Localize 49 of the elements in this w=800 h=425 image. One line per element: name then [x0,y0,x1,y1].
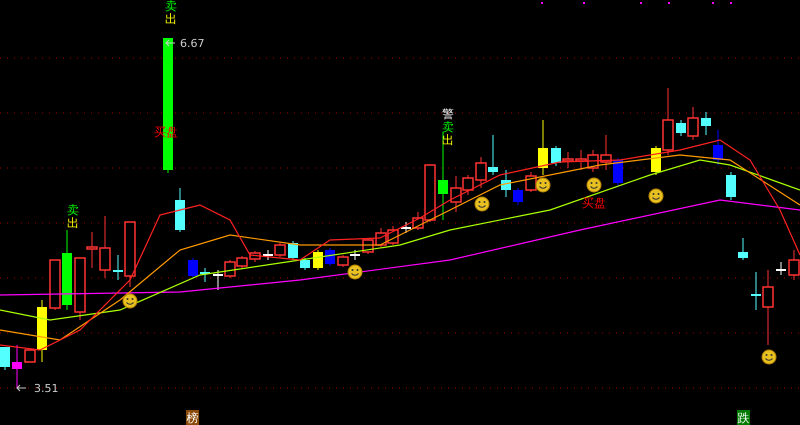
smiley-icon [474,196,490,212]
signal-label: 卖 [165,0,177,13]
candlestick [288,240,298,260]
smiley-icon [648,188,664,204]
candlestick [551,146,561,166]
signal-label: 出 [67,216,79,230]
candlestick [313,250,323,270]
price-label: 3.51 [34,382,58,395]
price-label: 6.67 [180,37,204,50]
arrow-icon [16,384,26,392]
candlestick [325,248,335,266]
candlestick [12,344,22,388]
candlestick [213,270,223,290]
candlestick [776,262,786,276]
smiley-icon [762,350,776,364]
signal-label: 出 [165,12,177,26]
candlestick [562,152,574,168]
candlestick [488,134,498,176]
candlestick [175,188,185,232]
arrow-icon [165,40,176,46]
candlestick [375,228,387,248]
candlestick [613,158,623,186]
candlestick [575,150,587,170]
signal-label: 买盘 [582,196,606,210]
candlestick [188,258,198,278]
candlestick [713,130,723,166]
candlestick [738,238,748,260]
signal-label: 卖 [67,203,79,217]
candlestick [274,242,286,258]
candlestick [726,172,736,200]
candlestick [249,250,261,262]
candlestick [513,188,523,206]
smiley-icon [536,178,550,192]
candlestick [501,170,511,198]
tag-badge: 榜 [186,410,199,425]
signal-label: 警 [442,107,454,121]
candlestick [337,254,349,268]
candlestick [387,226,399,246]
smiley-icon [586,178,602,192]
candlestick [701,112,711,136]
candlestick [0,346,10,370]
smiley-icon [122,294,138,308]
candlestick [263,250,273,260]
smiley-icon [348,264,362,280]
candlestick [300,258,310,270]
tag-badge: 跌 [737,410,750,425]
signal-label: 卖 [442,120,454,134]
candlestick [350,250,360,260]
candlestick [200,268,210,282]
